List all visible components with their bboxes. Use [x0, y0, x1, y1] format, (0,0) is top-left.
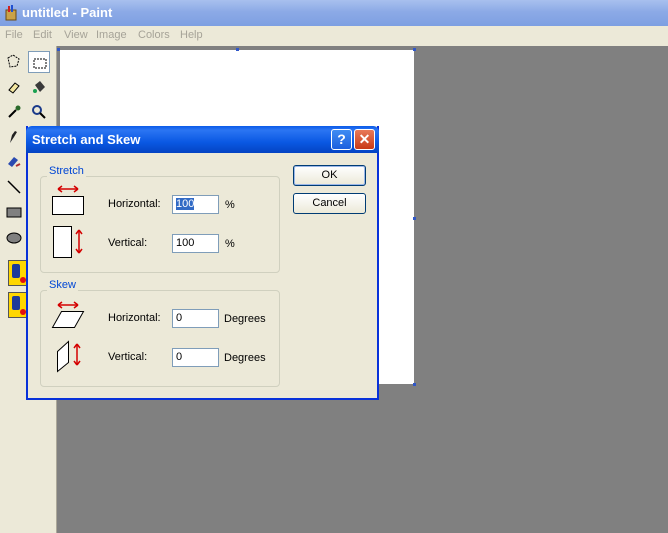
help-icon: ?: [337, 131, 346, 147]
menu-edit[interactable]: Edit: [33, 29, 52, 41]
line-tool[interactable]: [3, 176, 25, 198]
canvas-resize-handle[interactable]: [57, 48, 60, 51]
rectangle-icon: [6, 207, 22, 218]
stretch-group-label: Stretch: [47, 165, 86, 177]
dialog-title: Stretch and Skew: [32, 132, 141, 147]
eyedropper-icon: [8, 105, 21, 118]
rect-select-icon: [33, 58, 47, 69]
eraser-tool[interactable]: [3, 76, 25, 98]
magnifier-tool[interactable]: [28, 101, 50, 123]
canvas-resize-handle[interactable]: [236, 48, 239, 51]
free-form-select-tool[interactable]: [3, 51, 25, 73]
stretch-horizontal-input[interactable]: 100: [172, 195, 219, 214]
brush-icon: [8, 157, 21, 167]
skew-horizontal-input[interactable]: 0: [172, 309, 219, 328]
canvas-resize-handle[interactable]: [413, 383, 416, 386]
skew-horizontal-unit: Degrees: [224, 313, 266, 325]
fill-style-swatch: [12, 296, 20, 310]
brush-tool[interactable]: [3, 151, 25, 173]
free-select-icon: [7, 54, 20, 68]
stretch-vertical-icon: [53, 226, 83, 258]
stretch-vertical-unit: %: [225, 238, 235, 250]
app-title: untitled - Paint: [22, 5, 113, 20]
ellipse-tool[interactable]: [3, 226, 25, 248]
canvas-resize-handle[interactable]: [413, 48, 416, 51]
cancel-button[interactable]: Cancel: [293, 193, 366, 214]
stretch-vertical-input[interactable]: 100: [172, 234, 219, 253]
app-title-bar[interactable]: untitled - Paint: [0, 0, 668, 26]
skew-vertical-unit: Degrees: [224, 352, 266, 364]
menu-bar: File Edit View Image Colors Help: [0, 26, 668, 46]
close-icon: ✕: [358, 131, 371, 147]
menu-colors[interactable]: Colors: [138, 29, 170, 41]
fill-style-option-1[interactable]: [8, 260, 28, 286]
menu-file[interactable]: File: [5, 29, 23, 41]
line-icon: [7, 180, 21, 194]
pencil-tool[interactable]: [3, 126, 25, 148]
paint-app-icon: [5, 5, 17, 21]
skew-vertical-input[interactable]: 0: [172, 348, 219, 367]
ok-button[interactable]: OK: [293, 165, 366, 186]
pencil-icon: [10, 131, 17, 143]
canvas-resize-handle[interactable]: [413, 217, 416, 220]
fill-style-swatch: [12, 264, 20, 278]
fill-tool[interactable]: [28, 76, 50, 98]
help-button[interactable]: ?: [331, 129, 352, 150]
eyedropper-tool[interactable]: [3, 101, 25, 123]
fill-style-option-2[interactable]: [8, 292, 28, 318]
skew-horizontal-label: Horizontal:: [108, 312, 161, 324]
paint-bucket-icon: [33, 81, 45, 93]
skew-horizontal-icon: [51, 301, 85, 328]
dialog-title-bar[interactable]: Stretch and Skew ? ✕: [26, 126, 379, 153]
skew-vertical-icon: [57, 340, 81, 373]
stretch-vertical-label: Vertical:: [108, 237, 148, 249]
close-button[interactable]: ✕: [354, 129, 375, 150]
ellipse-icon: [6, 232, 22, 244]
stretch-horizontal-unit: %: [225, 199, 235, 211]
menu-help[interactable]: Help: [180, 29, 203, 41]
magnifier-icon: [32, 105, 46, 119]
rect-select-tool[interactable]: [28, 51, 50, 73]
rectangle-tool[interactable]: [3, 201, 25, 223]
skew-group-label: Skew: [47, 279, 78, 291]
stretch-horizontal-label: Horizontal:: [108, 198, 161, 210]
eraser-icon: [8, 82, 20, 94]
menu-image[interactable]: Image: [96, 29, 127, 41]
skew-vertical-label: Vertical:: [108, 351, 148, 363]
menu-view[interactable]: View: [64, 29, 88, 41]
stretch-horizontal-icon: [52, 185, 84, 215]
